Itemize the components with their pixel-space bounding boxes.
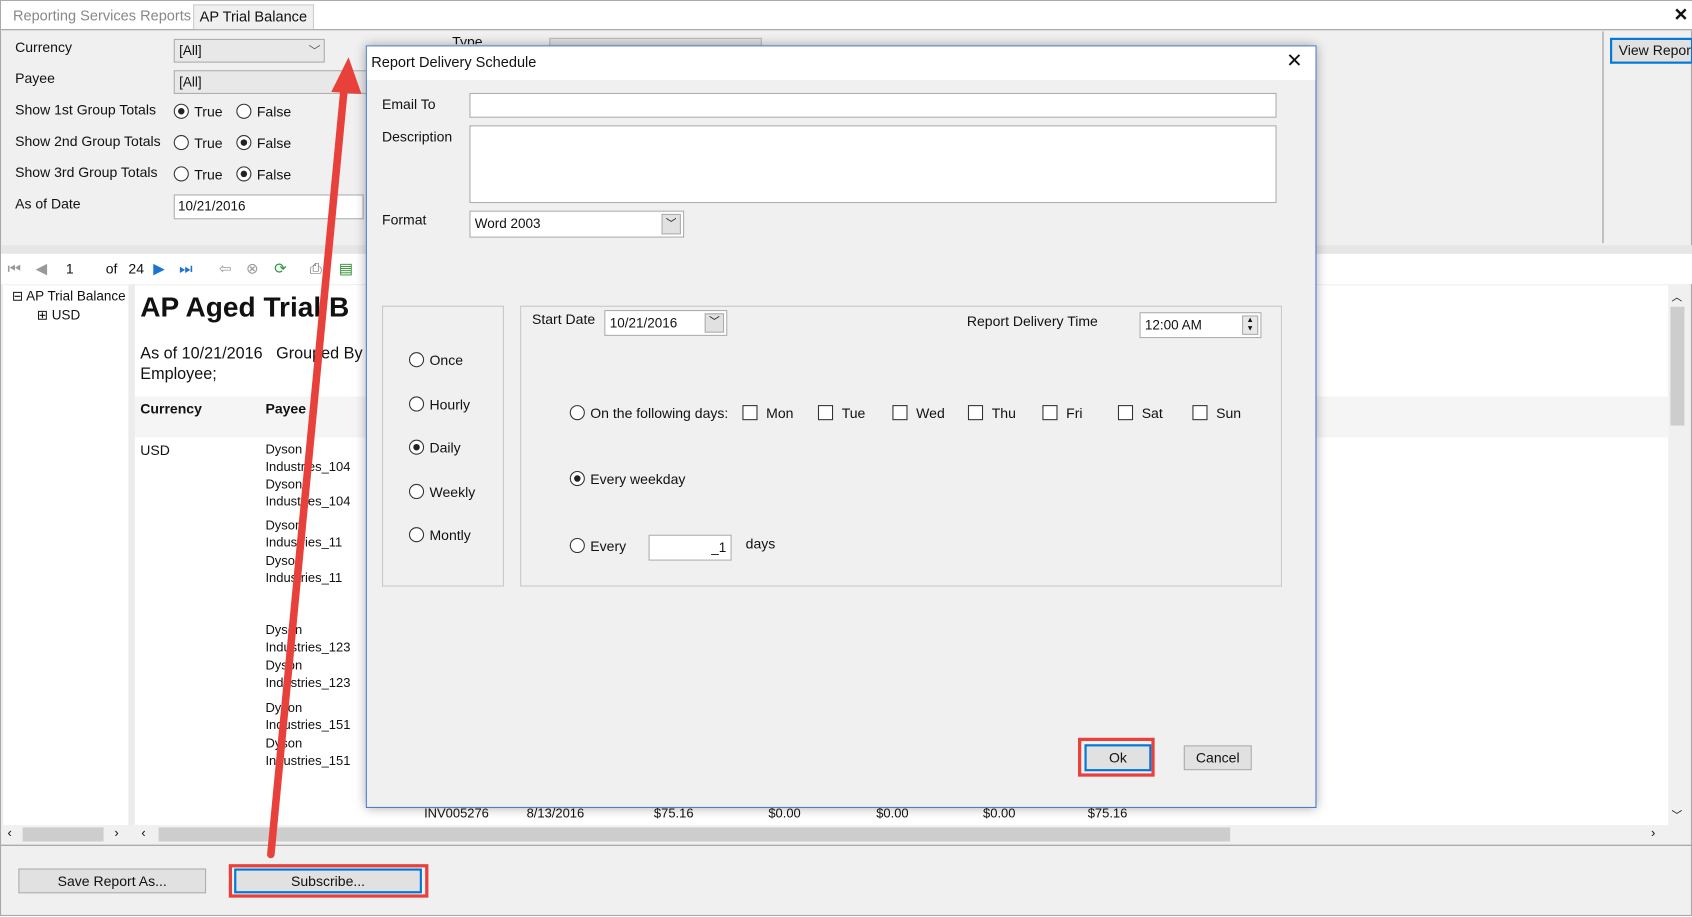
arrow-head [331, 57, 362, 94]
app-window: Reporting Services Reports AP Trial Bala… [0, 0, 1692, 917]
annotation-arrow [267, 57, 362, 859]
arrow-shaft [267, 83, 349, 859]
